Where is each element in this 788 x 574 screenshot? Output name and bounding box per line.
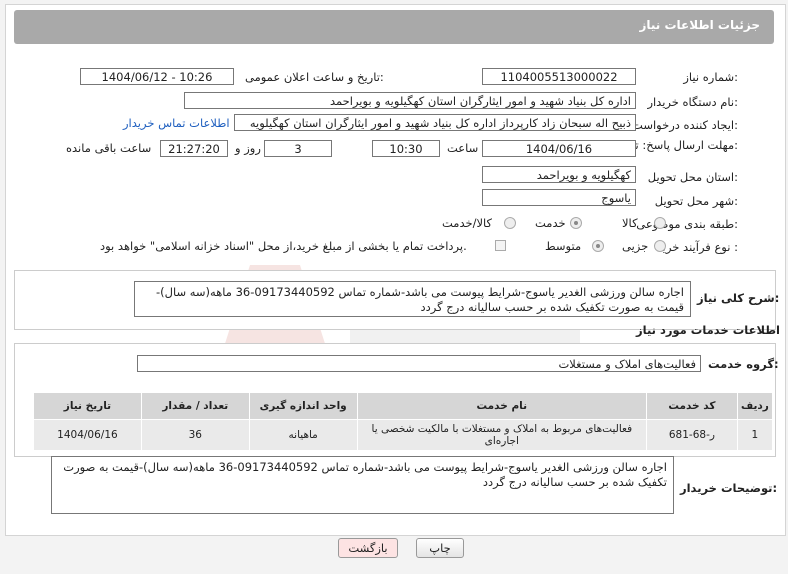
table-header-row: ردیف کد خدمت نام خدمت واحد اندازه گیری ت… [33,392,774,420]
cell-quantity: 36 [140,419,250,451]
cell-need-date: 1404/06/16 [33,419,142,451]
city-field: یاسوج [482,189,636,206]
process-option-minor: جزیی [622,239,649,253]
need-number-field: 1104005513000022 [482,68,636,85]
back-button[interactable]: بازگشت [338,538,398,558]
need-number-label: شماره نیاز: [683,70,738,84]
col-need-date: تاریخ نیاز [33,392,142,420]
col-service-name: نام خدمت [356,392,648,420]
summary-label: شرح کلی نیاز: [697,291,780,305]
category-label: طبقه بندی موضوعی: [636,217,738,231]
days-and-label: روز و [235,141,261,155]
deadline-time-label: ساعت [447,141,479,155]
service-group-field: فعالیت‌های املاک و مستغلات [137,355,701,372]
announce-datetime-field: 1404/06/12 - 10:26 [80,68,234,85]
service-group-label: گروه خدمت: [708,357,779,371]
category-option-goods-service: کالا/خدمت [442,216,493,230]
services-table: ردیف کد خدمت نام خدمت واحد اندازه گیری ت… [33,392,774,451]
buyer-notes-text: اجاره سالن ورزشی الغدیر یاسوج-شرایط پیوس… [51,456,674,514]
payment-note: پرداخت تمام یا بخشی از مبلغ خرید،از محل … [100,239,467,253]
cell-unit: ماهیانه [248,419,358,451]
creator-field: ذبیح اله سبحان زاد کارپرداز اداره کل بنی… [234,114,636,131]
announce-datetime-label: تاریخ و ساعت اعلان عمومی: [245,70,384,84]
col-row-number: ردیف [736,392,774,420]
days-remaining-field: 3 [264,140,332,157]
buyer-contact-link[interactable]: اطلاعات تماس خریدار [123,116,230,130]
remaining-time-label: ساعت باقی مانده [66,141,152,155]
table-row: 1 ر-68-681 فعالیت‌های مربوط به املاک و م… [33,419,774,451]
remaining-time-field: 21:27:20 [160,140,228,157]
process-label: نوع فرآیند خرید : [656,240,738,254]
deadline-time-field: 10:30 [372,140,440,157]
cell-service-name: فعالیت‌های مربوط به املاک و مستغلات با م… [356,419,648,451]
category-option-goods: کالا [622,216,638,230]
cell-service-code: ر-68-681 [646,419,738,451]
province-field: کهگیلویه و بویراحمد [482,166,636,183]
process-option-medium: متوسط [545,239,582,253]
category-radio-goods[interactable] [654,217,666,229]
creator-label: ایجاد کننده درخواست: [632,118,738,132]
col-quantity: تعداد / مقدار [140,392,250,420]
summary-text: اجاره سالن ورزشی الغدیر یاسوج-شرایط پیوس… [134,281,691,317]
category-radio-service[interactable] [570,217,582,229]
services-title: اطلاعات خدمات مورد نیاز [636,323,780,337]
deadline-date-field: 1404/06/16 [482,140,636,157]
col-unit: واحد اندازه گیری [248,392,358,420]
buyer-notes-label: توضیحات خریدار: [680,481,778,495]
process-radio-medium[interactable] [592,240,604,252]
province-label: استان محل تحویل: [647,170,738,184]
payment-checkbox[interactable] [495,240,506,251]
cell-row-number: 1 [736,419,774,451]
process-radio-minor[interactable] [654,240,666,252]
buyer-org-label: نام دستگاه خریدار: [647,95,738,109]
print-button[interactable]: چاپ [416,538,464,558]
city-label: شهر محل تحویل: [654,194,738,208]
page-header: جزئیات اطلاعات نیاز [14,10,774,44]
category-radio-goods-service[interactable] [504,217,516,229]
col-service-code: کد خدمت [646,392,738,420]
category-option-service: خدمت [535,216,566,230]
page-title: جزئیات اطلاعات نیاز [639,18,760,32]
buyer-org-field: اداره کل بنیاد شهید و امور ایثارگران است… [184,92,636,109]
